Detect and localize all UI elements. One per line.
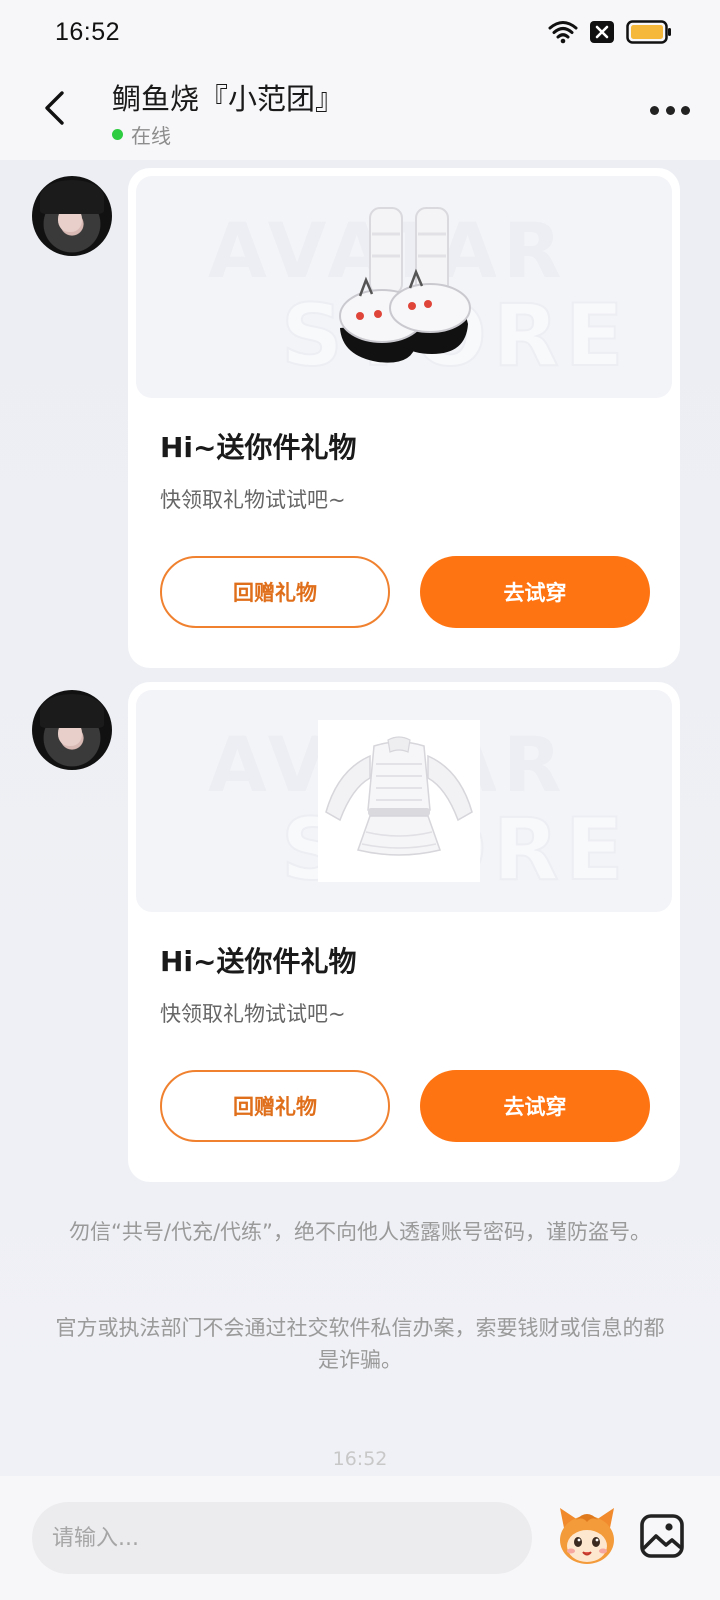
status-bar: 16:52 <box>0 0 720 62</box>
gift-card: AVATAR STORE <box>128 168 680 668</box>
image-button[interactable] <box>638 1512 686 1560</box>
online-label: 在线 <box>131 124 171 148</box>
more-dots-icon <box>650 105 659 115</box>
more-dot <box>681 105 690 115</box>
back-arrow-icon <box>45 91 64 125</box>
gift-title: Hi~送你件礼物 <box>160 431 357 464</box>
more-button[interactable] <box>650 98 690 122</box>
return-gift-button[interactable]: 回赠礼物 <box>160 556 390 628</box>
online-status: 在线 <box>112 120 171 149</box>
gift-title: Hi~送你件礼物 <box>160 945 357 978</box>
gift-card: AVATAR STORE Hi~送你件礼 <box>128 682 680 1182</box>
gift-subtitle: 快领取礼物试试吧~ <box>160 488 346 512</box>
try-on-button[interactable]: 去试穿 <box>420 556 650 628</box>
avatar[interactable] <box>32 690 112 770</box>
try-on-button[interactable]: 去试穿 <box>420 1070 650 1142</box>
online-dot-icon <box>112 129 123 140</box>
mascot-icon <box>560 1508 614 1564</box>
chat-title: 鲷鱼烧『小范团』 <box>112 82 345 116</box>
more-dot <box>665 105 675 115</box>
gift-preview[interactable]: AVATAR STORE <box>136 690 672 912</box>
chat-area[interactable]: AVATAR STORE <box>0 160 720 1476</box>
message-timestamp: 16:52 <box>332 1448 388 1470</box>
battery-icon <box>626 20 672 44</box>
security-notice: 勿信“共号/代充/代练”，绝不向他人透露账号密码，谨防盗号。 <box>69 1220 651 1244</box>
avatar[interactable] <box>32 176 112 256</box>
sim-off-icon <box>590 21 614 43</box>
fraud-notice: 官方或执法部门不会通过社交软件私信办案，索要钱财或信息的都是诈骗。 <box>55 1316 665 1372</box>
status-icons <box>548 18 672 46</box>
mascot-button[interactable] <box>554 1504 620 1570</box>
gift-top-image <box>325 736 473 856</box>
back-button[interactable] <box>36 88 72 128</box>
image-icon <box>640 1514 684 1558</box>
message-input[interactable] <box>32 1502 532 1574</box>
gift-preview[interactable]: AVATAR STORE <box>136 176 672 398</box>
wifi-icon <box>548 20 578 44</box>
gift-shoes-image <box>339 207 471 363</box>
gift-subtitle: 快领取礼物试试吧~ <box>160 1002 346 1026</box>
return-gift-button[interactable]: 回赠礼物 <box>160 1070 390 1142</box>
status-time: 16:52 <box>55 18 121 46</box>
input-bar <box>0 1476 720 1600</box>
chat-header: 鲷鱼烧『小范团』 在线 <box>0 62 720 160</box>
